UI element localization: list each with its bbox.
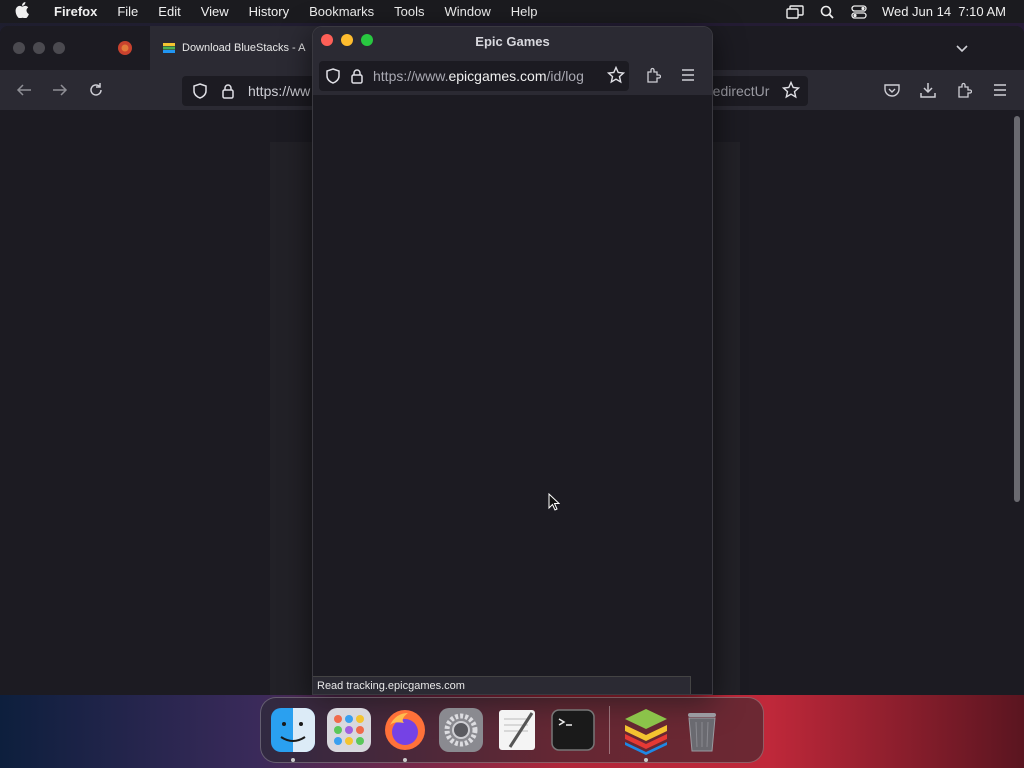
menu-bar: Firefox File Edit View History Bookmarks… [0, 0, 1024, 23]
dock-finder[interactable] [267, 704, 319, 762]
tab-bluestacks[interactable]: Download BlueStacks - A [150, 26, 320, 70]
popup-page-content: Read tracking.epicgames.com [313, 95, 712, 694]
lock-icon[interactable] [347, 66, 367, 86]
menu-tools[interactable]: Tools [384, 4, 434, 19]
maximize-button[interactable] [53, 42, 65, 54]
tracking-protection-shield-icon[interactable] [190, 81, 210, 101]
bookmark-star-icon[interactable] [781, 80, 801, 102]
hamburger-menu-icon[interactable] [990, 80, 1010, 100]
firefox-view-icon[interactable] [116, 39, 134, 57]
terminal-icon [551, 709, 595, 751]
menu-app-firefox[interactable]: Firefox [44, 4, 107, 19]
reload-icon[interactable] [86, 80, 106, 100]
menu-help[interactable]: Help [501, 4, 548, 19]
url-prefix: https://www. [373, 68, 449, 84]
dock-system-settings[interactable] [435, 704, 487, 756]
back-arrow-icon[interactable] [14, 80, 34, 100]
dock-trash[interactable] [676, 704, 728, 756]
menu-file[interactable]: File [107, 4, 148, 19]
main-url-text-right: redirectUr [708, 83, 770, 99]
mouse-pointer-icon [548, 493, 560, 511]
dock-separator [609, 706, 610, 754]
url-path: /id/log [546, 68, 584, 84]
dock [260, 697, 764, 763]
popup-title-bar[interactable]: Epic Games [313, 27, 712, 55]
menu-window[interactable]: Window [435, 4, 501, 19]
trash-icon [688, 713, 716, 752]
textedit-icon [499, 710, 535, 750]
bookmark-star-icon[interactable] [606, 65, 626, 87]
launchpad-icon [327, 708, 371, 752]
running-indicator [291, 758, 295, 762]
apple-menu-icon[interactable] [0, 1, 44, 22]
dock-textedit[interactable] [491, 704, 543, 756]
maximize-button[interactable] [361, 34, 373, 46]
firefox-icon [385, 710, 425, 750]
popup-address-bar[interactable]: https://www.epicgames.com/id/log [319, 61, 629, 91]
vertical-scrollbar[interactable] [1014, 116, 1020, 502]
menu-edit[interactable]: Edit [148, 4, 190, 19]
lock-icon[interactable] [218, 81, 238, 101]
running-indicator [403, 758, 407, 762]
dock-launchpad[interactable] [323, 704, 375, 756]
url-domain: epicgames.com [448, 68, 547, 84]
tab-title: Download BlueStacks - A [182, 42, 306, 54]
pocket-icon[interactable] [882, 80, 902, 100]
bluestacks-icon [625, 709, 667, 755]
gear-icon [439, 708, 483, 752]
control-center-icon[interactable] [850, 4, 868, 19]
menubar-clock[interactable]: Wed Jun 14 7:10 AM [882, 4, 1006, 19]
finder-icon [271, 708, 315, 752]
dock-terminal[interactable] [547, 704, 599, 756]
bluestacks-favicon-icon [163, 43, 175, 53]
close-button[interactable] [321, 34, 333, 46]
popup-url-text: https://www.epicgames.com/id/log [373, 68, 593, 84]
popup-title: Epic Games [475, 33, 550, 49]
menu-bookmarks[interactable]: Bookmarks [299, 4, 384, 19]
minimize-button[interactable] [33, 42, 45, 54]
screen-mirroring-icon[interactable] [786, 4, 804, 19]
dock-bluestacks[interactable] [620, 704, 672, 762]
forward-arrow-icon[interactable] [50, 80, 70, 100]
tracking-protection-shield-icon[interactable] [323, 66, 343, 86]
running-indicator [644, 758, 648, 762]
dock-firefox[interactable] [379, 704, 431, 762]
epic-games-popup-window: Epic Games https://www.epicgames.com/id/… [312, 26, 713, 695]
popup-toolbar: https://www.epicgames.com/id/log [313, 55, 712, 95]
close-button[interactable] [13, 42, 25, 54]
menu-view[interactable]: View [191, 4, 239, 19]
hamburger-menu-icon[interactable] [678, 65, 698, 85]
status-bar: Read tracking.epicgames.com [313, 676, 691, 694]
spotlight-search-icon[interactable] [818, 5, 836, 19]
list-all-tabs-chevron-down-icon[interactable] [952, 38, 972, 58]
menu-history[interactable]: History [239, 4, 299, 19]
window-controls-inactive [0, 42, 65, 54]
popup-window-controls [321, 34, 373, 46]
downloads-icon[interactable] [918, 80, 938, 100]
extensions-puzzle-icon[interactable] [954, 80, 974, 100]
minimize-button[interactable] [341, 34, 353, 46]
extensions-puzzle-icon[interactable] [643, 65, 663, 85]
